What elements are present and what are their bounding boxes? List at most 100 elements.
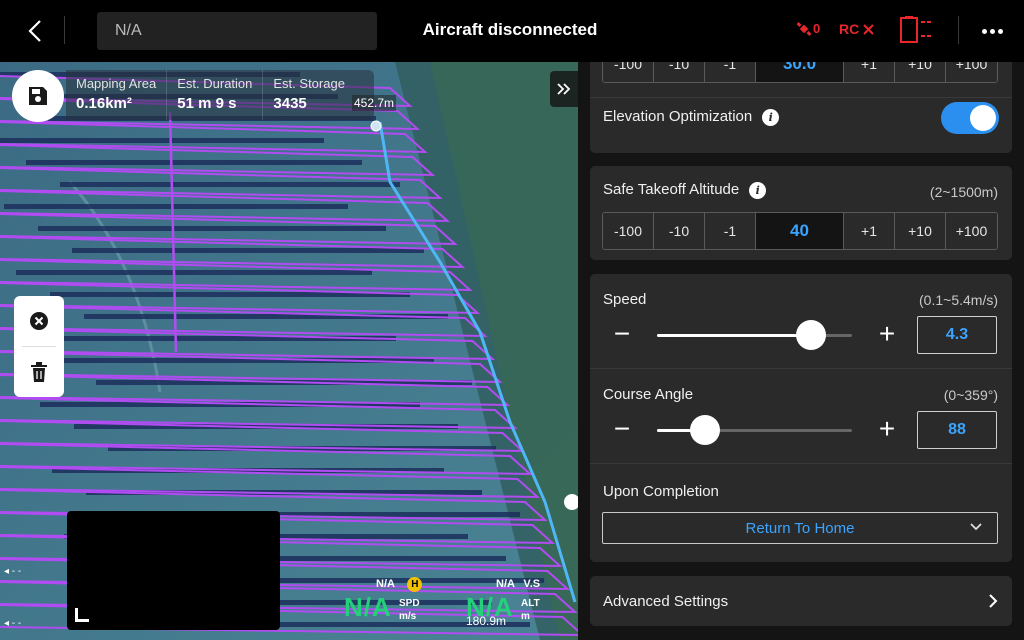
- course-angle-label: Course Angle: [603, 386, 694, 403]
- distance-label: 452.7m: [352, 95, 397, 111]
- upon-completion-value: Return To Home: [745, 519, 855, 537]
- slider-thumb[interactable]: [689, 415, 720, 445]
- course-angle-increase-button[interactable]: +: [875, 413, 899, 444]
- more-dot-icon: [981, 28, 987, 34]
- step-minus-10[interactable]: -10: [654, 213, 705, 249]
- height-value: N/A: [376, 578, 395, 590]
- more-options-button[interactable]: [976, 20, 1008, 42]
- connection-status-title: Aircraft disconnected: [422, 20, 598, 39]
- upon-completion-select[interactable]: Return To Home: [602, 512, 998, 544]
- more-dot-icon: [989, 28, 995, 34]
- speed-decrease-button[interactable]: −: [610, 318, 634, 349]
- safe-takeoff-card: Safe Takeoff Altitude i (2~1500m) -100 -1…: [590, 166, 1012, 260]
- stat-duration: Est. Duration 51 m 9 s: [166, 70, 262, 120]
- step-plus-10[interactable]: +10: [895, 213, 946, 249]
- course-angle-input[interactable]: 88: [917, 411, 997, 449]
- toggle-knob: [970, 105, 996, 131]
- back-button[interactable]: [20, 15, 50, 47]
- step-plus-1[interactable]: +1: [844, 62, 895, 82]
- stat-storage: Est. Storage 3435: [262, 70, 355, 120]
- settings-panel: -100 -10 -1 30.0 +1 +10 +100 Elevation O…: [578, 62, 1024, 640]
- slider-thumb[interactable]: [796, 320, 827, 350]
- satellite-icon: [797, 21, 811, 36]
- altitude-value[interactable]: 30.0: [756, 62, 844, 82]
- divider: [64, 16, 65, 44]
- elevation-optimization-label: Elevation Optimization: [603, 108, 753, 125]
- stat-mapping-area: Mapping Area 0.16km²: [66, 70, 166, 120]
- rc-label: RC: [839, 21, 860, 37]
- safe-takeoff-value[interactable]: 40: [756, 213, 844, 249]
- stat-value: 0.16km²: [76, 95, 132, 112]
- stat-value: 3435: [273, 95, 307, 112]
- save-icon: [29, 87, 47, 105]
- more-dot-icon: [997, 28, 1003, 34]
- top-bar: N/A Aircraft disconnected 0 RC: [0, 0, 1024, 62]
- vs-label: V.S: [523, 578, 541, 590]
- close-icon: [863, 23, 874, 35]
- advanced-settings-row[interactable]: Advanced Settings: [590, 576, 1012, 626]
- step-minus-1[interactable]: -1: [705, 62, 756, 82]
- step-plus-10[interactable]: +10: [895, 62, 946, 82]
- speed-unit: m/s: [399, 611, 417, 622]
- camera-preview[interactable]: [67, 511, 280, 630]
- vertical-speed-readout: N/A V.S: [496, 574, 540, 592]
- info-icon[interactable]: i: [749, 181, 767, 199]
- divider: [590, 368, 1012, 369]
- elevation-optimization-toggle[interactable]: [941, 102, 999, 134]
- collapse-panel-button[interactable]: [550, 71, 578, 107]
- clear-button[interactable]: [14, 296, 64, 346]
- solar-panel-row: [16, 270, 372, 275]
- stat-label: Est. Storage: [273, 76, 345, 91]
- course-angle-slider[interactable]: [657, 415, 852, 445]
- info-icon[interactable]: i: [762, 108, 780, 126]
- double-chevron-right-icon: [557, 83, 571, 95]
- altitude-unit: m: [521, 611, 530, 622]
- step-plus-1[interactable]: +1: [844, 213, 895, 249]
- side-hint: ◂ - -: [4, 566, 22, 577]
- course-angle-decrease-button[interactable]: −: [610, 413, 634, 444]
- step-minus-10[interactable]: -10: [654, 62, 705, 82]
- upon-completion-label: Upon Completion: [603, 483, 719, 500]
- speed-value: N/A: [344, 592, 392, 622]
- trash-icon: [31, 362, 47, 382]
- speed-slider[interactable]: [657, 320, 852, 350]
- solar-panel-row: [72, 248, 424, 253]
- chevron-left-icon: [28, 20, 41, 42]
- battery-icon[interactable]: [899, 16, 933, 49]
- flight-mode-field[interactable]: N/A: [97, 12, 377, 50]
- safe-takeoff-range: (2~1500m): [929, 184, 998, 200]
- safe-takeoff-label: Safe Takeoff Altitude: [603, 181, 740, 198]
- home-point-icon: H: [407, 577, 423, 592]
- expand-corner-icon[interactable]: [75, 608, 89, 622]
- step-plus-100[interactable]: +100: [946, 62, 997, 82]
- speed-increase-button[interactable]: +: [875, 318, 899, 349]
- stat-label: Mapping Area: [76, 76, 157, 91]
- height-readout: N/A H: [376, 574, 423, 592]
- step-minus-1[interactable]: -1: [705, 213, 756, 249]
- signal-count: 0: [813, 21, 821, 36]
- stat-value: 51 m 9 s: [177, 95, 237, 112]
- altitude-meters: 180.9m: [466, 614, 507, 628]
- divider: [958, 16, 959, 44]
- divider: [590, 97, 1012, 98]
- speed-readout: N/A: [344, 592, 392, 623]
- solar-panel-row: [4, 204, 348, 209]
- step-plus-100[interactable]: +100: [946, 213, 997, 249]
- step-minus-100[interactable]: -100: [603, 62, 654, 82]
- speed-unit-block: SPD m/s: [399, 597, 420, 623]
- solar-panel-row: [26, 160, 362, 165]
- map-view[interactable]: Mapping Area 0.16km² Est. Duration 51 m …: [0, 62, 578, 640]
- solar-panel-row: [60, 182, 400, 187]
- slider-fill: [657, 334, 812, 337]
- stat-label: Est. Duration: [177, 76, 253, 91]
- speed-label: SPD: [399, 598, 420, 609]
- rc-status[interactable]: RC: [839, 21, 874, 37]
- step-minus-100[interactable]: -100: [603, 213, 654, 249]
- delete-button[interactable]: [14, 347, 64, 397]
- chevron-down-icon: [970, 523, 982, 531]
- speed-input[interactable]: 4.3: [917, 316, 997, 354]
- speed-range: (0.1~5.4m/s): [919, 292, 998, 308]
- save-button[interactable]: [12, 70, 64, 122]
- solar-panel-row: [38, 226, 386, 231]
- gps-signal-status[interactable]: 0: [797, 21, 820, 36]
